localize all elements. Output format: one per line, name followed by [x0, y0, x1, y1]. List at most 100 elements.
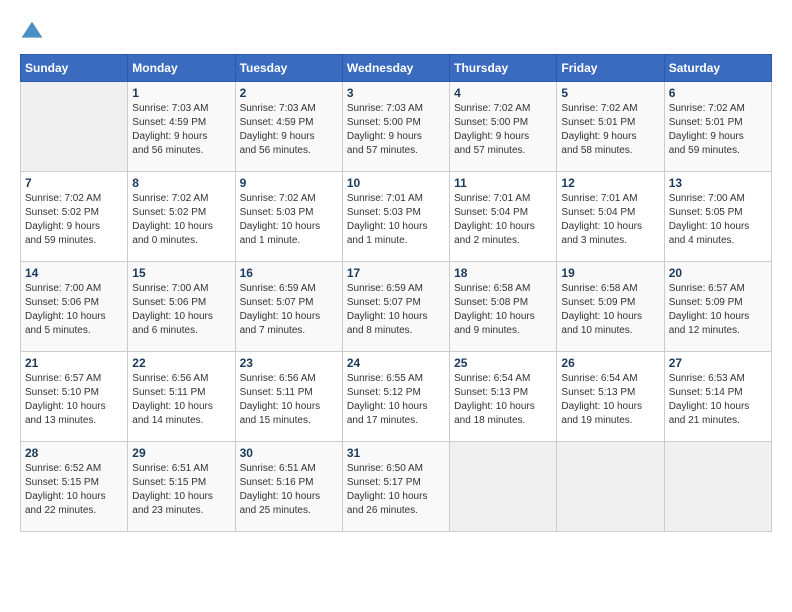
calendar-cell: 13 Sunrise: 7:00 AM Sunset: 5:05 PM Dayli…	[664, 172, 771, 262]
day-info: Sunrise: 6:58 AM Sunset: 5:08 PM Dayligh…	[454, 282, 552, 338]
day-info: Sunrise: 6:59 AM Sunset: 5:07 PM Dayligh…	[240, 282, 338, 338]
calendar-table: SundayMondayTuesdayWednesdayThursdayFrid…	[20, 54, 772, 532]
day-info: Sunrise: 7:03 AM Sunset: 4:59 PM Dayligh…	[240, 102, 338, 158]
calendar-cell: 3Sunrise: 7:03 AM Sunset: 5:00 PM Daylig…	[342, 82, 449, 172]
calendar-cell: 7 Sunrise: 7:02 AM Sunset: 5:02 PM Daylig…	[21, 172, 128, 262]
day-number: 25	[454, 356, 552, 370]
calendar-cell: 19 Sunrise: 6:58 AM Sunset: 5:09 PM Dayli…	[557, 262, 664, 352]
calendar-cell	[450, 442, 557, 532]
day-number: 10	[347, 176, 445, 190]
day-info: Sunrise: 6:53 AM Sunset: 5:14 PM Dayligh…	[669, 372, 767, 428]
logo	[20, 20, 48, 44]
calendar-cell: 6 Sunrise: 7:02 AM Sunset: 5:01 PM Daylig…	[664, 82, 771, 172]
calendar-cell	[557, 442, 664, 532]
day-number: 23	[240, 356, 338, 370]
calendar-cell: 5 Sunrise: 7:02 AM Sunset: 5:01 PM Daylig…	[557, 82, 664, 172]
day-info: Sunrise: 6:59 AM Sunset: 5:07 PM Dayligh…	[347, 282, 445, 338]
calendar-cell: 15Sunrise: 7:00 AM Sunset: 5:06 PM Dayli…	[128, 262, 235, 352]
weekday-header: Saturday	[664, 55, 771, 82]
day-number: 1	[132, 86, 230, 100]
weekday-header: Sunday	[21, 55, 128, 82]
day-info: Sunrise: 6:54 AM Sunset: 5:13 PM Dayligh…	[454, 372, 552, 428]
day-info: Sunrise: 7:02 AM Sunset: 5:00 PM Dayligh…	[454, 102, 552, 158]
day-number: 7	[25, 176, 123, 190]
calendar-cell	[664, 442, 771, 532]
calendar-cell: 4 Sunrise: 7:02 AM Sunset: 5:00 PM Daylig…	[450, 82, 557, 172]
calendar-cell: 21Sunrise: 6:57 AM Sunset: 5:10 PM Dayli…	[21, 352, 128, 442]
weekday-header: Monday	[128, 55, 235, 82]
calendar-cell: 29Sunrise: 6:51 AM Sunset: 5:15 PM Dayli…	[128, 442, 235, 532]
day-number: 16	[240, 266, 338, 280]
day-number: 19	[561, 266, 659, 280]
day-number: 8	[132, 176, 230, 190]
calendar-cell: 10 Sunrise: 7:01 AM Sunset: 5:03 PM Dayli…	[342, 172, 449, 262]
weekday-header: Thursday	[450, 55, 557, 82]
calendar-week-row: 1 Sunrise: 7:03 AM Sunset: 4:59 PM Daylig…	[21, 82, 772, 172]
calendar-cell: 11Sunrise: 7:01 AM Sunset: 5:04 PM Dayli…	[450, 172, 557, 262]
day-info: Sunrise: 7:03 AM Sunset: 4:59 PM Dayligh…	[132, 102, 230, 158]
calendar-cell: 17 Sunrise: 6:59 AM Sunset: 5:07 PM Dayli…	[342, 262, 449, 352]
day-number: 28	[25, 446, 123, 460]
day-info: Sunrise: 7:03 AM Sunset: 5:00 PM Dayligh…	[347, 102, 445, 158]
day-info: Sunrise: 7:01 AM Sunset: 5:04 PM Dayligh…	[454, 192, 552, 248]
weekday-header: Friday	[557, 55, 664, 82]
day-info: Sunrise: 6:56 AM Sunset: 5:11 PM Dayligh…	[132, 372, 230, 428]
day-info: Sunrise: 7:00 AM Sunset: 5:06 PM Dayligh…	[132, 282, 230, 338]
calendar-body: 1 Sunrise: 7:03 AM Sunset: 4:59 PM Daylig…	[21, 82, 772, 532]
calendar-cell	[21, 82, 128, 172]
calendar-cell: 22 Sunrise: 6:56 AM Sunset: 5:11 PM Dayli…	[128, 352, 235, 442]
day-number: 14	[25, 266, 123, 280]
logo-icon	[20, 20, 44, 44]
day-info: Sunrise: 7:00 AM Sunset: 5:06 PM Dayligh…	[25, 282, 123, 338]
day-number: 6	[669, 86, 767, 100]
day-number: 5	[561, 86, 659, 100]
calendar-cell: 24Sunrise: 6:55 AM Sunset: 5:12 PM Dayli…	[342, 352, 449, 442]
day-info: Sunrise: 7:02 AM Sunset: 5:01 PM Dayligh…	[561, 102, 659, 158]
day-info: Sunrise: 7:02 AM Sunset: 5:02 PM Dayligh…	[25, 192, 123, 248]
day-number: 12	[561, 176, 659, 190]
day-info: Sunrise: 7:01 AM Sunset: 5:03 PM Dayligh…	[347, 192, 445, 248]
calendar-header: SundayMondayTuesdayWednesdayThursdayFrid…	[21, 55, 772, 82]
day-info: Sunrise: 7:02 AM Sunset: 5:03 PM Dayligh…	[240, 192, 338, 248]
day-number: 4	[454, 86, 552, 100]
calendar-cell: 28 Sunrise: 6:52 AM Sunset: 5:15 PM Dayli…	[21, 442, 128, 532]
calendar-cell: 14 Sunrise: 7:00 AM Sunset: 5:06 PM Dayli…	[21, 262, 128, 352]
day-info: Sunrise: 6:55 AM Sunset: 5:12 PM Dayligh…	[347, 372, 445, 428]
day-info: Sunrise: 7:02 AM Sunset: 5:01 PM Dayligh…	[669, 102, 767, 158]
weekday-row: SundayMondayTuesdayWednesdayThursdayFrid…	[21, 55, 772, 82]
calendar-cell: 8Sunrise: 7:02 AM Sunset: 5:02 PM Daylig…	[128, 172, 235, 262]
day-info: Sunrise: 6:56 AM Sunset: 5:11 PM Dayligh…	[240, 372, 338, 428]
day-number: 9	[240, 176, 338, 190]
calendar-cell: 16 Sunrise: 6:59 AM Sunset: 5:07 PM Dayli…	[235, 262, 342, 352]
day-info: Sunrise: 6:50 AM Sunset: 5:17 PM Dayligh…	[347, 462, 445, 518]
calendar-cell: 18 Sunrise: 6:58 AM Sunset: 5:08 PM Dayli…	[450, 262, 557, 352]
calendar-cell: 25 Sunrise: 6:54 AM Sunset: 5:13 PM Dayli…	[450, 352, 557, 442]
day-number: 18	[454, 266, 552, 280]
calendar-week-row: 28 Sunrise: 6:52 AM Sunset: 5:15 PM Dayli…	[21, 442, 772, 532]
calendar-week-row: 14 Sunrise: 7:00 AM Sunset: 5:06 PM Dayli…	[21, 262, 772, 352]
day-number: 22	[132, 356, 230, 370]
calendar-cell: 9 Sunrise: 7:02 AM Sunset: 5:03 PM Daylig…	[235, 172, 342, 262]
day-number: 2	[240, 86, 338, 100]
calendar-cell: 27Sunrise: 6:53 AM Sunset: 5:14 PM Dayli…	[664, 352, 771, 442]
day-number: 21	[25, 356, 123, 370]
day-info: Sunrise: 6:51 AM Sunset: 5:15 PM Dayligh…	[132, 462, 230, 518]
day-info: Sunrise: 6:51 AM Sunset: 5:16 PM Dayligh…	[240, 462, 338, 518]
calendar-cell: 1 Sunrise: 7:03 AM Sunset: 4:59 PM Daylig…	[128, 82, 235, 172]
calendar-cell: 30Sunrise: 6:51 AM Sunset: 5:16 PM Dayli…	[235, 442, 342, 532]
calendar-cell: 20 Sunrise: 6:57 AM Sunset: 5:09 PM Dayli…	[664, 262, 771, 352]
weekday-header: Wednesday	[342, 55, 449, 82]
day-number: 26	[561, 356, 659, 370]
day-info: Sunrise: 6:54 AM Sunset: 5:13 PM Dayligh…	[561, 372, 659, 428]
day-info: Sunrise: 6:58 AM Sunset: 5:09 PM Dayligh…	[561, 282, 659, 338]
day-info: Sunrise: 7:00 AM Sunset: 5:05 PM Dayligh…	[669, 192, 767, 248]
calendar-week-row: 21Sunrise: 6:57 AM Sunset: 5:10 PM Dayli…	[21, 352, 772, 442]
calendar-cell: 26 Sunrise: 6:54 AM Sunset: 5:13 PM Dayli…	[557, 352, 664, 442]
calendar-cell: 2 Sunrise: 7:03 AM Sunset: 4:59 PM Daylig…	[235, 82, 342, 172]
day-number: 31	[347, 446, 445, 460]
day-info: Sunrise: 6:52 AM Sunset: 5:15 PM Dayligh…	[25, 462, 123, 518]
day-info: Sunrise: 6:57 AM Sunset: 5:09 PM Dayligh…	[669, 282, 767, 338]
day-number: 20	[669, 266, 767, 280]
day-number: 13	[669, 176, 767, 190]
day-number: 17	[347, 266, 445, 280]
